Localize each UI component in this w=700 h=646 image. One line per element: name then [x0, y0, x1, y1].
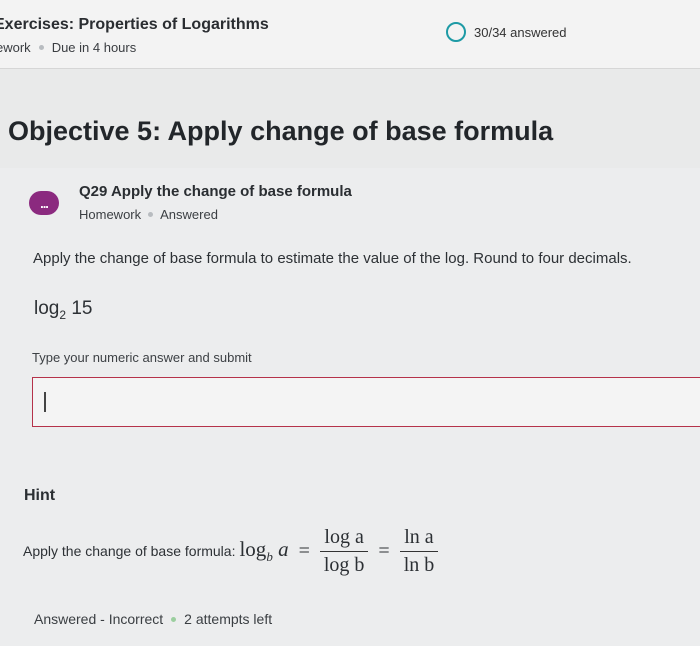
due-date: Due in 4 hours — [51, 40, 137, 55]
text-cursor — [44, 392, 46, 412]
progress-ring-icon — [446, 22, 466, 42]
more-options-icon[interactable]: ... — [29, 191, 59, 215]
fraction-ln-denominator: ln b — [403, 553, 435, 576]
separator-dot — [38, 45, 44, 50]
fraction-bar — [319, 550, 369, 552]
hint-text: Apply the change of base formula: — [23, 543, 236, 559]
fraction-ln: ln a ln b — [399, 525, 439, 577]
assignment-type: ework — [0, 40, 31, 55]
formula-lead: logb a — [239, 537, 288, 565]
answer-input[interactable] — [32, 377, 700, 427]
assignment-title: Exercises: Properties of Logarithms — [0, 16, 269, 33]
top-bar: Exercises: Properties of Logarithms ewor… — [0, 0, 700, 69]
equals-sign: = — [378, 539, 390, 562]
expr-base: 2 — [59, 307, 67, 322]
change-of-base-formula: logb a = log a log b = ln a ln b — [239, 525, 439, 577]
answer-status: Answered - Incorrect 2 attempts left — [34, 611, 272, 627]
question-meta: Homework Answered — [79, 207, 218, 222]
answer-prompt: Type your numeric answer and submit — [32, 350, 252, 365]
objective-heading: Objective 5: Apply change of base formul… — [8, 116, 554, 146]
question-type: Homework — [79, 207, 142, 222]
hint-heading: Hint — [24, 487, 56, 504]
progress-indicator[interactable]: 30/34 answered — [446, 22, 567, 42]
separator-dot — [171, 616, 177, 622]
question-instructions: Apply the change of base formula to esti… — [33, 250, 632, 267]
hint-body: Apply the change of base formula: logb a… — [23, 521, 439, 581]
question-title: Q29 Apply the change of base formula — [79, 183, 352, 200]
formula-arg: a — [278, 536, 289, 561]
formula-base: b — [266, 549, 273, 565]
formula-log: log — [239, 536, 267, 561]
expr-argument: 15 — [71, 298, 93, 319]
fraction-log: log a log b — [319, 525, 369, 577]
assignment-meta: ework Due in 4 hours — [0, 40, 136, 55]
expr-function: log — [34, 298, 60, 319]
fraction-log-numerator: log a — [324, 525, 364, 548]
fraction-bar — [399, 550, 439, 552]
result-text: Answered - Incorrect — [34, 611, 164, 627]
progress-text: 30/34 answered — [474, 24, 567, 40]
question-state: Answered — [160, 207, 218, 222]
fraction-log-denominator: log b — [323, 553, 365, 576]
separator-dot — [148, 212, 154, 217]
fraction-ln-numerator: ln a — [404, 525, 434, 548]
equals-sign: = — [298, 539, 310, 562]
question-expression: log2 15 — [34, 298, 92, 322]
attempts-left: 2 attempts left — [184, 611, 273, 627]
